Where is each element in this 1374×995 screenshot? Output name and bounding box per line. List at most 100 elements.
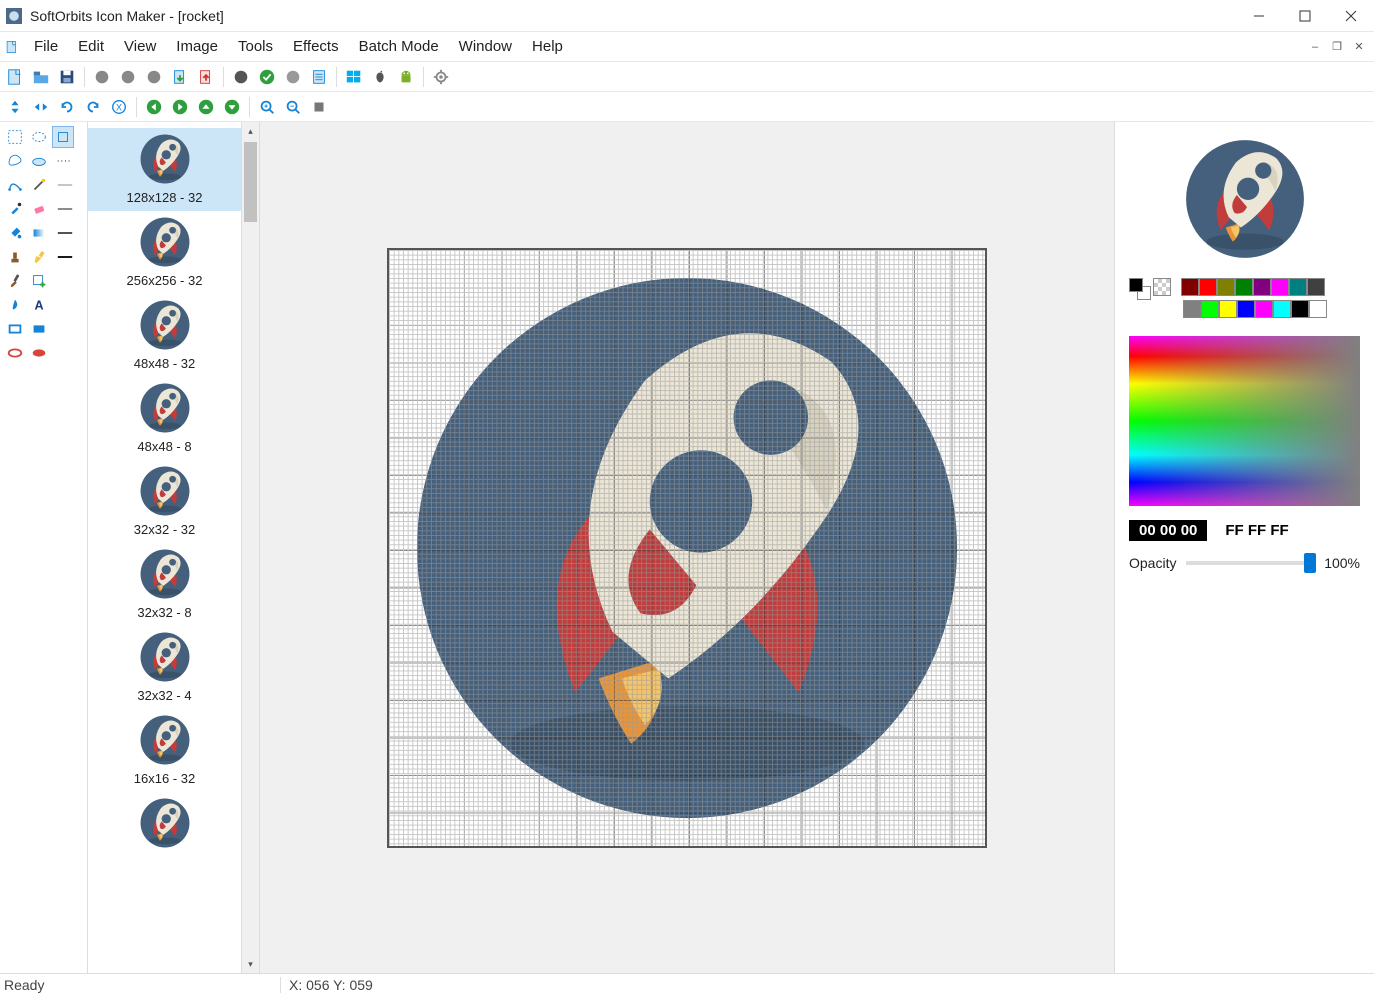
gear-icon[interactable] [430, 66, 452, 88]
color-swatch[interactable] [1271, 278, 1289, 296]
transparent-swatch[interactable] [1153, 278, 1171, 296]
color-swatch[interactable] [1291, 300, 1309, 318]
size-item[interactable]: 32x32 - 32 [88, 460, 241, 543]
rect-fill-tool[interactable] [28, 318, 50, 340]
opacity-slider[interactable] [1186, 561, 1314, 565]
color-swatch[interactable] [1307, 278, 1325, 296]
color-swatch[interactable] [1199, 278, 1217, 296]
eraser-tool[interactable] [28, 198, 50, 220]
color-swatch[interactable] [1201, 300, 1219, 318]
check-circle-icon[interactable] [256, 66, 278, 88]
zoom-in-icon[interactable] [256, 96, 278, 118]
add-shape-tool[interactable] [28, 270, 50, 292]
fg-bg-swatch[interactable] [1129, 278, 1151, 300]
mdi-minimize-button[interactable]: – [1306, 38, 1324, 56]
wand-tool[interactable] [28, 174, 50, 196]
circle-3-icon[interactable] [143, 66, 165, 88]
color-swatch[interactable] [1219, 300, 1237, 318]
menu-effects[interactable]: Effects [283, 32, 349, 61]
rotate-cw-icon[interactable] [82, 96, 104, 118]
list-icon[interactable] [308, 66, 330, 88]
eyedropper-tool[interactable] [4, 198, 26, 220]
text-tool[interactable]: A [28, 294, 50, 316]
zoom-out-icon[interactable] [282, 96, 304, 118]
size-item[interactable]: 48x48 - 8 [88, 377, 241, 460]
circle-2-icon[interactable] [117, 66, 139, 88]
size-item[interactable]: 16x16 - 32 [88, 709, 241, 792]
menu-file[interactable]: File [24, 32, 68, 61]
mdi-restore-button[interactable]: ❐ [1328, 38, 1346, 56]
menu-view[interactable]: View [114, 32, 166, 61]
cloud-select-tool[interactable] [28, 150, 50, 172]
maximize-button[interactable] [1282, 0, 1328, 31]
size-item[interactable]: 48x48 - 32 [88, 294, 241, 377]
size-item[interactable]: 32x32 - 8 [88, 543, 241, 626]
menu-tools[interactable]: Tools [228, 32, 283, 61]
menu-batch-mode[interactable]: Batch Mode [349, 32, 449, 61]
circle-dark-icon[interactable] [230, 66, 252, 88]
select-ellipse-tool[interactable] [28, 126, 50, 148]
export-icon[interactable] [195, 66, 217, 88]
curve-tool[interactable] [4, 174, 26, 196]
color-swatch[interactable] [1181, 278, 1199, 296]
mdi-close-button[interactable]: ✕ [1350, 38, 1368, 56]
color-picker[interactable] [1129, 336, 1360, 506]
size-item[interactable]: 128x128 - 32 [88, 128, 241, 211]
blur-tool[interactable] [4, 294, 26, 316]
save-icon[interactable] [56, 66, 78, 88]
ellipse-fill-tool[interactable] [28, 342, 50, 364]
import-icon[interactable] [169, 66, 191, 88]
open-icon[interactable] [30, 66, 52, 88]
menu-image[interactable]: Image [166, 32, 228, 61]
rotate-ccw-icon[interactable] [56, 96, 78, 118]
color-swatch[interactable] [1289, 278, 1307, 296]
circle-1-icon[interactable] [91, 66, 113, 88]
color-swatch[interactable] [1273, 300, 1291, 318]
line-solid[interactable] [52, 174, 78, 196]
menu-window[interactable]: Window [449, 32, 522, 61]
line-med[interactable] [52, 222, 78, 244]
ellipse-outline-tool[interactable] [4, 342, 26, 364]
apple-icon[interactable] [369, 66, 391, 88]
color-swatch[interactable] [1237, 300, 1255, 318]
gradient-tool[interactable] [28, 222, 50, 244]
line-dots[interactable] [52, 150, 78, 172]
arrow-right-icon[interactable] [169, 96, 191, 118]
flip-v-icon[interactable] [4, 96, 26, 118]
menu-edit[interactable]: Edit [68, 32, 114, 61]
color-swatch[interactable] [1253, 278, 1271, 296]
flip-h-icon[interactable] [30, 96, 52, 118]
select-pixel-tool[interactable] [52, 126, 74, 148]
actual-size-icon[interactable] [308, 96, 330, 118]
size-item[interactable]: 256x256 - 32 [88, 211, 241, 294]
color-swatch[interactable] [1255, 300, 1273, 318]
color-swatch[interactable] [1217, 278, 1235, 296]
color-swatch[interactable] [1309, 300, 1327, 318]
stamp-tool[interactable] [4, 246, 26, 268]
circle-gray-icon[interactable] [282, 66, 304, 88]
rect-outline-tool[interactable] [4, 318, 26, 340]
color-swatch[interactable] [1183, 300, 1201, 318]
brush-tool[interactable] [4, 270, 26, 292]
crop-x-icon[interactable] [108, 96, 130, 118]
new-icon[interactable] [4, 66, 26, 88]
arrow-left-icon[interactable] [143, 96, 165, 118]
arrow-down-icon[interactable] [221, 96, 243, 118]
menu-help[interactable]: Help [522, 32, 573, 61]
windows-icon[interactable] [343, 66, 365, 88]
size-scrollbar[interactable]: ▴ ▾ [241, 122, 259, 973]
line-thin[interactable] [52, 198, 78, 220]
select-rect-tool[interactable] [4, 126, 26, 148]
lasso-tool[interactable] [4, 150, 26, 172]
size-item[interactable] [88, 792, 241, 860]
close-button[interactable] [1328, 0, 1374, 31]
arrow-up-icon[interactable] [195, 96, 217, 118]
bucket-tool[interactable] [4, 222, 26, 244]
size-item[interactable]: 32x32 - 4 [88, 626, 241, 709]
android-icon[interactable] [395, 66, 417, 88]
color-swatch[interactable] [1235, 278, 1253, 296]
pencil-tool[interactable] [28, 246, 50, 268]
canvas[interactable] [387, 248, 987, 848]
minimize-button[interactable] [1236, 0, 1282, 31]
line-thick[interactable] [52, 246, 78, 268]
